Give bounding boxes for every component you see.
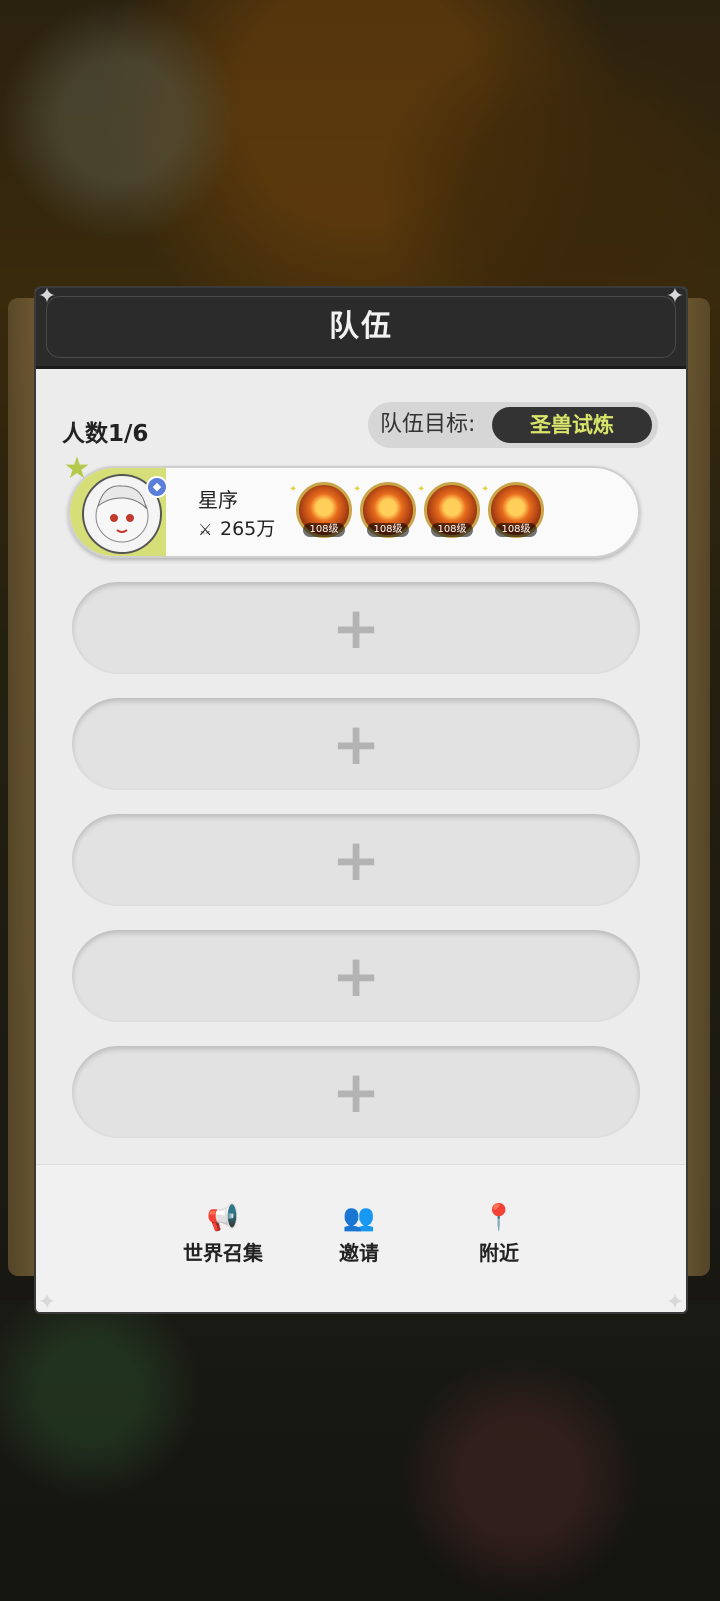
corner-ornament-icon: ✦ — [37, 1290, 57, 1312]
add-member-icon: + — [331, 826, 381, 894]
corner-ornament-icon: ✦ — [37, 288, 57, 309]
swords-icon: ⚔ — [198, 520, 213, 539]
skill-level: 108级 — [495, 523, 537, 537]
skill-level: 108级 — [431, 523, 473, 537]
empty-slot[interactable]: + — [72, 582, 640, 674]
member-name: 星序 — [198, 488, 238, 512]
add-member-icon: + — [331, 1058, 381, 1126]
team-goal-label: 队伍目标: — [380, 412, 476, 437]
rank-badge-icon: ◆ — [146, 476, 168, 498]
corner-ornament-icon: ✦ — [665, 1290, 685, 1312]
team-dialog: 队伍 ✦ ✦ 人数1/6 队伍目标: 圣兽试炼 ★ ◆ 星序 ⚔ 265万 ✦ 1… — [36, 288, 686, 1312]
empty-slot[interactable]: + — [72, 1046, 640, 1138]
leader-star-icon: ★ — [63, 451, 91, 486]
invite-label: 邀请 — [339, 1241, 379, 1265]
invite-button[interactable]: 👥 邀请 — [294, 1201, 424, 1271]
background-blur — [0, 1300, 720, 1601]
add-member-icon: + — [331, 710, 381, 778]
empty-slot[interactable]: + — [72, 814, 640, 906]
skill-level: 108级 — [303, 523, 345, 537]
dialog-footer: 📢 世界召集 👥 邀请 📍 附近 — [36, 1164, 686, 1312]
member-count: 人数1/6 — [62, 421, 149, 447]
nearby-button[interactable]: 📍 附近 — [434, 1201, 564, 1271]
world-recruit-label: 世界召集 — [183, 1241, 263, 1265]
team-goal-value[interactable]: 圣兽试炼 — [492, 407, 652, 443]
slash-skill-icon[interactable]: ✦ 108级 — [417, 482, 480, 538]
fire-orb-skill-icon[interactable]: ✦ 108级 — [289, 482, 352, 538]
flame-burst-skill-icon[interactable]: ✦ 108级 — [481, 482, 544, 538]
megaphone-globe-icon: 📢 — [206, 1203, 240, 1233]
nearby-label: 附近 — [479, 1241, 519, 1265]
member-power-value: 265万 — [220, 518, 276, 540]
world-recruit-button[interactable]: 📢 世界召集 — [158, 1201, 288, 1271]
add-member-icon: + — [331, 594, 381, 662]
beast-roar-skill-icon[interactable]: ✦ 108级 — [353, 482, 416, 538]
empty-slot[interactable]: + — [72, 930, 640, 1022]
invite-users-icon: 👥 — [342, 1203, 376, 1233]
add-member-icon: + — [331, 942, 381, 1010]
member-card[interactable]: ★ ◆ 星序 ⚔ 265万 ✦ 108级 ✦ 108级 ✦ 108级 ✦ 108级 — [64, 452, 640, 558]
member-power: ⚔ 265万 — [198, 514, 275, 541]
team-goal-selector[interactable]: 队伍目标: 圣兽试炼 — [368, 402, 658, 448]
skill-level: 108级 — [367, 523, 409, 537]
empty-slot[interactable]: + — [72, 698, 640, 790]
location-pin-icon: 📍 — [482, 1203, 516, 1233]
dialog-title: 队伍 — [329, 309, 393, 344]
corner-ornament-icon: ✦ — [665, 288, 685, 309]
